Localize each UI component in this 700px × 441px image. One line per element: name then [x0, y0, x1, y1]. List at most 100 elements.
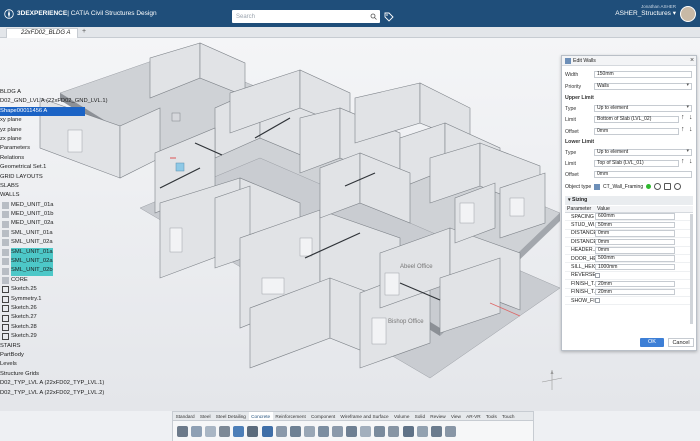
action-bar-tab[interactable]: Component [308, 412, 337, 420]
tree-item[interactable]: MED_UNIT_01b [0, 210, 85, 219]
tree-item[interactable]: Geometrical Set.1 [0, 163, 85, 172]
collab-space[interactable]: ASHER_Structures ▾ [615, 9, 676, 17]
delete-icon[interactable] [219, 425, 231, 437]
width-field[interactable]: 150mm [594, 71, 692, 78]
panel-title-bar[interactable]: Edit Walls × [562, 56, 696, 66]
action-bar-tab[interactable]: Volume [391, 412, 412, 420]
action-bar-tab[interactable]: Review [428, 412, 449, 420]
tree-item[interactable]: Relations [0, 154, 85, 163]
tree-item[interactable]: Symmetry.1 [0, 295, 85, 304]
parameter-value-field[interactable]: 50mm [595, 221, 675, 229]
panel-scrollbar[interactable] [690, 214, 693, 324]
action-bar-tab[interactable]: Solid [412, 412, 428, 420]
parameter-value-field[interactable]: 1000mm [595, 263, 675, 271]
arrow-down-icon[interactable]: ↓ [689, 158, 693, 165]
parameter-value-field[interactable]: 0mm [595, 230, 675, 237]
tree-item[interactable]: Levels [0, 360, 85, 369]
tree-item-highlighted[interactable]: SML_UNIT_02b [0, 266, 85, 276]
close-icon[interactable]: × [688, 57, 696, 64]
tag-icon[interactable] [384, 12, 394, 22]
tree-item[interactable]: zx plane [0, 135, 85, 144]
sketch-icon[interactable] [261, 425, 273, 437]
search-box[interactable]: Search [232, 10, 380, 23]
opening-icon[interactable] [332, 425, 344, 437]
priority-select[interactable]: Walls [594, 83, 692, 90]
tree-item[interactable]: D02_TYP_LVL A (22xFD02_TYP_LVL.2) [0, 389, 104, 398]
parameter-value-field[interactable]: 0mm [595, 247, 675, 254]
paste-icon[interactable] [205, 425, 217, 437]
action-bar-tab[interactable]: Reinforcement [273, 412, 309, 420]
join-icon[interactable] [416, 425, 428, 437]
tree-item[interactable]: D02_GND_LVL A (22xFD02_GND_LVL.1) [0, 97, 108, 106]
action-bar-tab[interactable]: View [448, 412, 463, 420]
action-bar-tab[interactable]: Standard [173, 412, 197, 420]
tree-item[interactable]: Sketch.29 [0, 332, 85, 341]
level-icon[interactable] [388, 425, 400, 437]
tree-item[interactable]: GRID LAYOUTS [0, 173, 85, 182]
arrow-up-icon[interactable]: ↑ [681, 126, 685, 133]
action-bar-tab[interactable]: Touch [499, 412, 517, 420]
upper-offset-field[interactable]: 0mm [594, 128, 679, 135]
tree-item[interactable]: CORE [0, 276, 85, 285]
object-type-value[interactable]: CT_Wall_Framing [603, 184, 643, 190]
arrow-down-icon[interactable]: ↓ [689, 114, 693, 121]
footing-icon[interactable] [346, 425, 358, 437]
tree-item[interactable]: SML_UNIT_02a [0, 238, 85, 247]
arrow-up-icon[interactable]: ↑ [681, 158, 685, 165]
undo-icon[interactable] [233, 425, 245, 437]
search-icon[interactable] [367, 10, 380, 23]
grid-icon[interactable] [374, 425, 386, 437]
settings-icon[interactable] [247, 425, 259, 437]
wall-icon[interactable] [289, 425, 301, 437]
tree-item-highlighted[interactable]: SML_UNIT_02a [0, 257, 85, 267]
upper-limit-field[interactable]: Bottom of Slab (LVL_02) [594, 116, 679, 123]
cancel-button[interactable]: Cancel [668, 338, 694, 347]
split-icon[interactable] [402, 425, 414, 437]
add-tab-icon[interactable]: + [82, 28, 86, 35]
axis-compass-icon[interactable] [540, 368, 564, 392]
tree-item[interactable]: Sketch.27 [0, 313, 85, 322]
tree-item[interactable]: Structure Grids [0, 370, 85, 379]
tree-item[interactable]: PartBody [0, 351, 85, 360]
lower-limit-field[interactable]: Top of Slab (LVL_01) [594, 160, 679, 167]
compass-logo-icon[interactable] [4, 8, 14, 19]
info-icon[interactable] [654, 183, 662, 190]
user-info[interactable]: Jonathan ASHER ASHER_Structures ▾ [615, 4, 676, 17]
tree-item[interactable]: SLABS [0, 182, 85, 191]
arrow-up-icon[interactable]: ↑ [681, 114, 685, 121]
tree-item[interactable]: MED_UNIT_02a [0, 219, 85, 228]
edit-icon[interactable] [664, 183, 672, 190]
tree-item[interactable]: Sketch.28 [0, 323, 85, 332]
parameter-value-field[interactable]: 500mm [595, 255, 675, 262]
tree-item[interactable]: Sketch.26 [0, 304, 85, 313]
action-bar-tab[interactable]: AR-VR [464, 412, 484, 420]
column-icon[interactable] [303, 425, 315, 437]
ok-button[interactable]: OK [640, 338, 664, 347]
parameter-value-field[interactable]: 600mm [595, 213, 675, 220]
upper-type-select[interactable]: Up to element [594, 105, 692, 112]
tree-item[interactable]: Parameters [0, 144, 85, 153]
copy-icon[interactable] [191, 425, 203, 437]
more-icon[interactable] [444, 425, 456, 437]
tree-item[interactable]: WALLS [0, 191, 85, 200]
tree-item-highlighted[interactable]: SML_UNIT_01a [0, 247, 85, 258]
parameter-value-field[interactable]: 20mm [595, 280, 675, 288]
tree-item[interactable]: SML_UNIT_01a [0, 229, 85, 238]
search-input[interactable]: Search [232, 14, 367, 20]
action-bar-tab[interactable]: Steel [197, 412, 213, 420]
arrow-down-icon[interactable]: ↓ [689, 126, 693, 133]
tree-item[interactable]: BLDG A [0, 88, 85, 97]
tree-item-selected[interactable]: Shape00011456 A [0, 106, 85, 117]
lower-offset-field[interactable]: 0mm [594, 171, 692, 178]
lower-type-select[interactable]: Up to element [594, 149, 692, 156]
tree-item[interactable]: yz plane [0, 126, 85, 135]
tree-item[interactable]: STAIRS [0, 342, 85, 351]
parameter-checkbox[interactable] [595, 298, 600, 304]
action-bar-tab[interactable]: Wireframe and Surface [338, 412, 391, 420]
avatar[interactable] [680, 6, 696, 22]
cut-icon[interactable] [177, 425, 188, 437]
tree-item[interactable]: MED_UNIT_01a [0, 201, 85, 210]
slab-icon[interactable] [275, 425, 287, 437]
sizing-section-header[interactable]: ▾ Sizing [565, 196, 693, 205]
tree-item[interactable]: D02_TYP_LVL A (22xFD02_TYP_LVL.1) [0, 379, 104, 388]
